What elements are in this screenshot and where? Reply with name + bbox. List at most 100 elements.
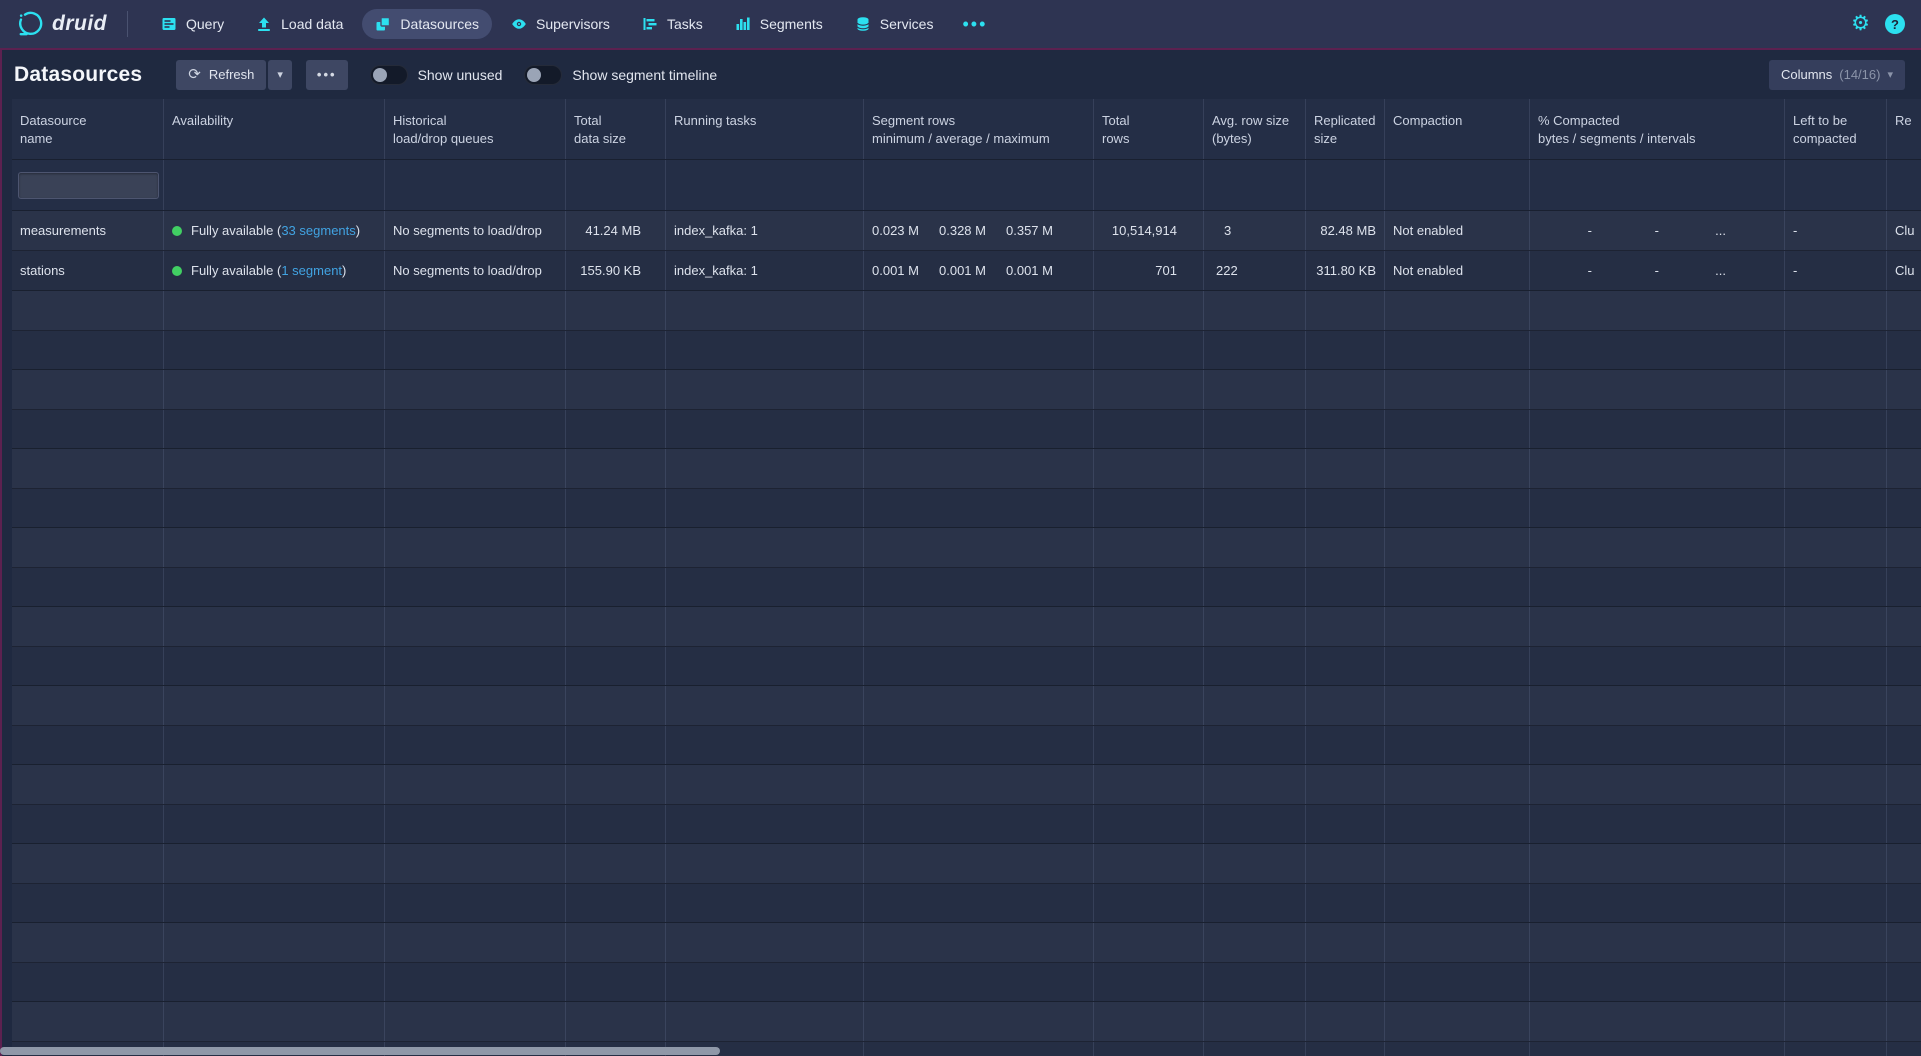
column-header-datasource-name[interactable]: Datasourcename — [12, 99, 164, 159]
nav-item-supervisors[interactable]: Supervisors — [498, 9, 623, 39]
empty-cell — [1094, 291, 1204, 330]
column-header-total-rows[interactable]: Totalrows — [1094, 99, 1204, 159]
empty-cell — [1530, 805, 1785, 844]
total-rows: 701 — [1155, 263, 1177, 278]
nav-more-button[interactable]: ••• — [952, 12, 997, 36]
empty-cell — [1530, 963, 1785, 1002]
nav-item-tasks[interactable]: Tasks — [629, 9, 716, 39]
empty-cell — [864, 528, 1094, 567]
empty-cell — [1887, 568, 1921, 607]
empty-cell — [666, 370, 864, 409]
horizontal-scrollbar-thumb[interactable] — [0, 1047, 720, 1055]
empty-cell — [864, 647, 1094, 686]
empty-cell — [1094, 844, 1204, 883]
refresh-button[interactable]: ⟳ Refresh — [176, 60, 266, 90]
header-line: Total — [1102, 112, 1129, 130]
empty-cell — [1306, 449, 1385, 488]
empty-cell — [164, 686, 385, 725]
cell-retention: Clu — [1887, 211, 1921, 250]
cell-availability: Fully available (1 segment) — [164, 251, 385, 290]
empty-cell — [1785, 923, 1887, 962]
column-header-avg-row-size[interactable]: Avg. row size(bytes) — [1204, 99, 1306, 159]
empty-cell — [1204, 370, 1306, 409]
empty-cell — [1204, 923, 1306, 962]
more-actions-button[interactable]: ••• — [306, 60, 348, 90]
settings-gear-icon[interactable]: ⚙ — [1851, 14, 1870, 34]
header-line: load/drop queues — [393, 130, 493, 148]
empty-cell — [385, 568, 566, 607]
empty-cell — [1094, 568, 1204, 607]
empty-cell — [164, 568, 385, 607]
header-line: rows — [1102, 130, 1129, 148]
nav-item-services[interactable]: Services — [842, 9, 947, 39]
column-header-retention[interactable]: Re — [1887, 99, 1921, 159]
column-header-percent-compacted[interactable]: % Compactedbytes / segments / intervals — [1530, 99, 1785, 159]
empty-cell — [1887, 370, 1921, 409]
empty-cell — [566, 410, 666, 449]
compaction-status: Not enabled — [1393, 223, 1463, 238]
empty-cell — [1530, 686, 1785, 725]
show-unused-label: Show unused — [418, 67, 503, 83]
druid-logo[interactable]: druid — [16, 11, 111, 38]
empty-table-row — [12, 686, 1921, 726]
empty-cell — [1530, 765, 1785, 804]
percent-compacted-intervals: ... — [1672, 263, 1726, 278]
segment-rows-min: 0.001 M — [872, 263, 939, 278]
availability-text: ) — [356, 223, 360, 238]
empty-cell — [864, 489, 1094, 528]
empty-cell — [666, 449, 864, 488]
availability-text: Fully available ( — [191, 263, 281, 278]
header-line: (bytes) — [1212, 130, 1289, 148]
empty-cell — [864, 291, 1094, 330]
segments-link[interactable]: 33 segments — [281, 223, 355, 238]
nav-item-load-data[interactable]: Load data — [243, 9, 356, 39]
segments-link[interactable]: 1 segment — [281, 263, 342, 278]
refresh-interval-dropdown[interactable]: ▾ — [268, 60, 292, 90]
column-header-historical-queues[interactable]: Historicalload/drop queues — [385, 99, 566, 159]
refresh-icon: ⟳ — [188, 68, 201, 82]
empty-cell — [164, 844, 385, 883]
column-header-replicated-size[interactable]: Replicatedsize — [1306, 99, 1385, 159]
header-line: Avg. row size — [1212, 112, 1289, 130]
show-segment-timeline-toggle[interactable] — [524, 65, 562, 85]
column-header-compaction[interactable]: Compaction — [1385, 99, 1530, 159]
column-header-running-tasks[interactable]: Running tasks — [666, 99, 864, 159]
empty-cell — [1785, 331, 1887, 370]
empty-cell — [566, 923, 666, 962]
header-line: Re — [1895, 112, 1912, 130]
empty-cell — [1785, 963, 1887, 1002]
query-icon — [161, 16, 177, 32]
nav-item-segments[interactable]: Segments — [722, 9, 836, 39]
empty-cell — [1204, 884, 1306, 923]
nav-item-query[interactable]: Query — [148, 9, 237, 39]
ellipsis-icon: ••• — [962, 19, 987, 29]
nav-item-datasources[interactable]: Datasources — [362, 9, 492, 39]
chevron-down-icon: ▾ — [1887, 70, 1893, 80]
show-unused-toggle[interactable] — [370, 65, 408, 85]
empty-cell — [1306, 726, 1385, 765]
columns-count: (14/16) — [1839, 67, 1880, 82]
empty-cell — [164, 923, 385, 962]
show-segment-timeline-label: Show segment timeline — [572, 67, 717, 83]
running-tasks: index_kafka: 1 — [674, 223, 758, 238]
empty-cell — [385, 489, 566, 528]
empty-cell — [1887, 489, 1921, 528]
retention: Clu — [1895, 223, 1915, 238]
empty-cell — [1385, 884, 1530, 923]
empty-cell — [12, 568, 164, 607]
empty-cell — [1306, 963, 1385, 1002]
column-header-left-to-be-compacted[interactable]: Left to becompacted — [1785, 99, 1887, 159]
cell-avg-row-size: 222 — [1204, 251, 1306, 290]
nav-right: ⚙ ? — [1851, 14, 1905, 34]
empty-cell — [12, 1002, 164, 1041]
nav-item-label: Services — [880, 16, 934, 32]
column-header-total-data-size[interactable]: Totaldata size — [566, 99, 666, 159]
column-header-availability[interactable]: Availability — [164, 99, 385, 159]
empty-cell — [1385, 844, 1530, 883]
columns-dropdown-button[interactable]: Columns (14/16) ▾ — [1769, 60, 1905, 90]
help-icon[interactable]: ? — [1885, 14, 1905, 34]
datasource-name-filter-input[interactable] — [18, 172, 159, 199]
header-line: Segment rows — [872, 112, 1050, 130]
empty-cell — [12, 726, 164, 765]
column-header-segment-rows[interactable]: Segment rowsminimum / average / maximum — [864, 99, 1094, 159]
